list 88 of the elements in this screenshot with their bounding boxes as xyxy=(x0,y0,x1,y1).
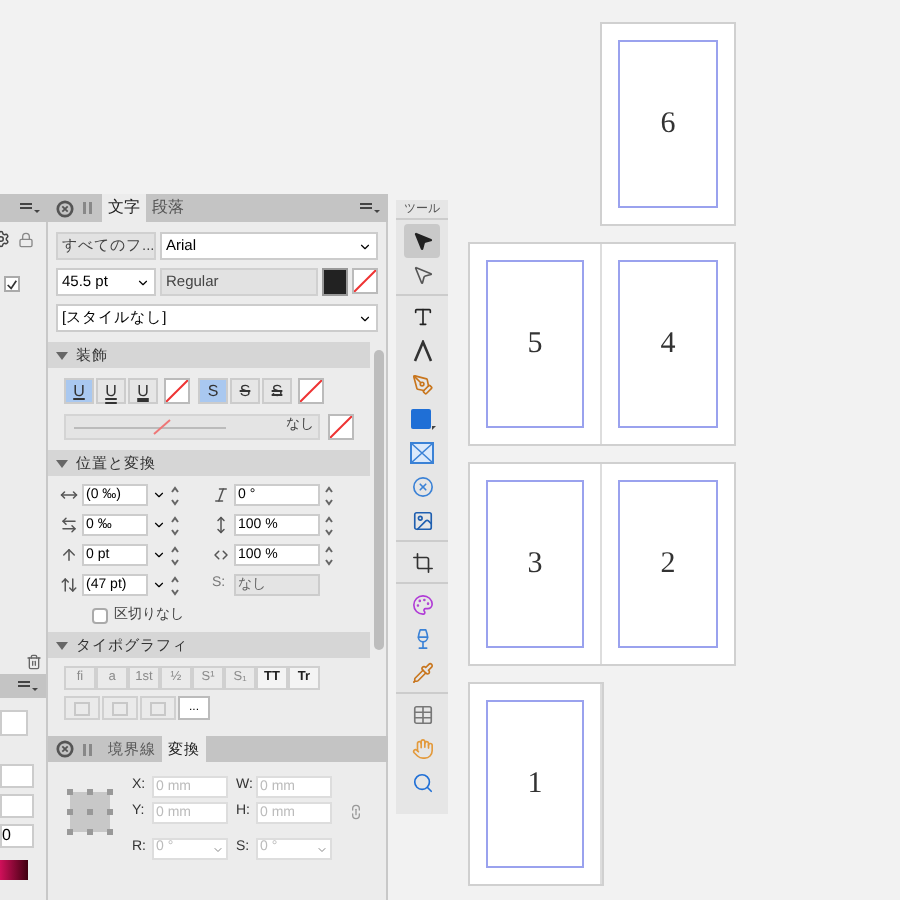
close-panel-icon[interactable] xyxy=(56,740,74,758)
pointer-icon xyxy=(411,230,433,252)
page-number: 1 xyxy=(527,765,543,804)
stepper-icon[interactable] xyxy=(170,513,180,537)
text-color-swatch[interactable] xyxy=(322,268,348,296)
triangle-icon xyxy=(56,349,68,361)
page[interactable]: 5 xyxy=(470,244,602,444)
checkbox[interactable] xyxy=(4,276,20,292)
page-number: 3 xyxy=(527,545,543,584)
input-field[interactable] xyxy=(0,794,34,818)
search-icon xyxy=(411,772,433,794)
decoration-toggle[interactable]: U xyxy=(64,378,94,404)
table-icon xyxy=(411,704,433,726)
stepper-icon[interactable] xyxy=(324,543,334,567)
rectangle-icon xyxy=(409,407,435,431)
page[interactable]: 6 xyxy=(602,24,734,224)
page-number: 4 xyxy=(660,325,676,364)
spacing-icon xyxy=(60,486,78,504)
frame-icon xyxy=(74,701,90,715)
none-swatch[interactable] xyxy=(328,414,354,440)
scale-icon xyxy=(212,486,230,504)
chevron-icon xyxy=(152,548,166,562)
none-swatch[interactable] xyxy=(298,378,324,404)
pen-icon xyxy=(411,374,433,396)
outline-pointer-icon xyxy=(411,264,433,286)
chevron-icon xyxy=(316,843,328,855)
triangle-icon xyxy=(56,639,68,651)
tool-button[interactable] xyxy=(404,224,440,258)
page-number: 6 xyxy=(660,105,676,144)
none-swatch[interactable] xyxy=(352,268,378,294)
panel-menu-icon[interactable] xyxy=(20,202,40,214)
link-icon xyxy=(348,804,364,820)
spacing-icon xyxy=(60,516,78,534)
decoration-toggle[interactable]: S xyxy=(198,378,228,404)
lock-icon xyxy=(18,231,34,247)
decoration-toggle[interactable]: U xyxy=(96,378,126,404)
triangle-icon xyxy=(56,457,68,469)
page-number: 2 xyxy=(660,545,676,584)
anchor-grid-icon[interactable] xyxy=(64,786,116,838)
panel-tab[interactable]: 文字 xyxy=(102,194,146,222)
decoration-toggle[interactable]: S xyxy=(230,378,260,404)
spacing-icon xyxy=(60,546,78,564)
pipette-icon xyxy=(411,662,433,684)
chevron-icon xyxy=(152,578,166,592)
scale-icon xyxy=(212,516,230,534)
line-preview-icon xyxy=(70,418,230,436)
panel-menu-icon[interactable] xyxy=(360,202,380,214)
input-field[interactable] xyxy=(0,710,28,736)
chevron-icon xyxy=(152,488,166,502)
text-icon xyxy=(411,306,433,328)
input-field[interactable]: 0 xyxy=(0,824,34,848)
ellipse-frame-icon xyxy=(411,476,433,498)
page-number: 5 xyxy=(527,325,543,364)
page[interactable]: 4 xyxy=(602,244,734,444)
color-wheel-icon xyxy=(411,594,433,616)
spacing-icon xyxy=(60,576,78,594)
frame-icon xyxy=(410,442,434,464)
stepper-icon[interactable] xyxy=(170,483,180,507)
image-icon xyxy=(411,510,433,532)
page[interactable]: 3 xyxy=(470,464,602,664)
crop-icon xyxy=(411,552,433,574)
scrollbar-thumb[interactable] xyxy=(373,350,383,650)
frame-icon xyxy=(150,701,166,715)
stepper-icon[interactable] xyxy=(170,543,180,567)
page[interactable]: 2 xyxy=(602,464,734,664)
input-field[interactable] xyxy=(0,764,34,788)
chevron-icon xyxy=(136,275,150,289)
hand-icon xyxy=(411,738,433,760)
stepper-icon[interactable] xyxy=(324,513,334,537)
none-swatch[interactable] xyxy=(164,378,190,404)
page[interactable]: 1 xyxy=(470,684,602,884)
chevron-icon xyxy=(358,239,372,253)
panel-tab[interactable]: 段落 xyxy=(146,194,190,222)
panel-menu-icon[interactable] xyxy=(18,680,38,692)
decoration-toggle[interactable]: U xyxy=(128,378,158,404)
color-gradient[interactable] xyxy=(0,860,28,880)
close-panel-icon[interactable] xyxy=(56,199,74,217)
chevron-icon xyxy=(212,843,224,855)
trash-icon xyxy=(26,654,42,670)
chevron-icon xyxy=(152,518,166,532)
checkbox[interactable] xyxy=(92,608,108,624)
caret-shape-icon xyxy=(411,340,433,362)
stepper-icon[interactable] xyxy=(324,483,334,507)
chevron-icon xyxy=(358,311,372,325)
scale-icon xyxy=(212,546,230,564)
decoration-toggle[interactable]: S xyxy=(262,378,292,404)
stepper-icon[interactable] xyxy=(170,573,180,597)
frame-icon xyxy=(112,701,128,715)
